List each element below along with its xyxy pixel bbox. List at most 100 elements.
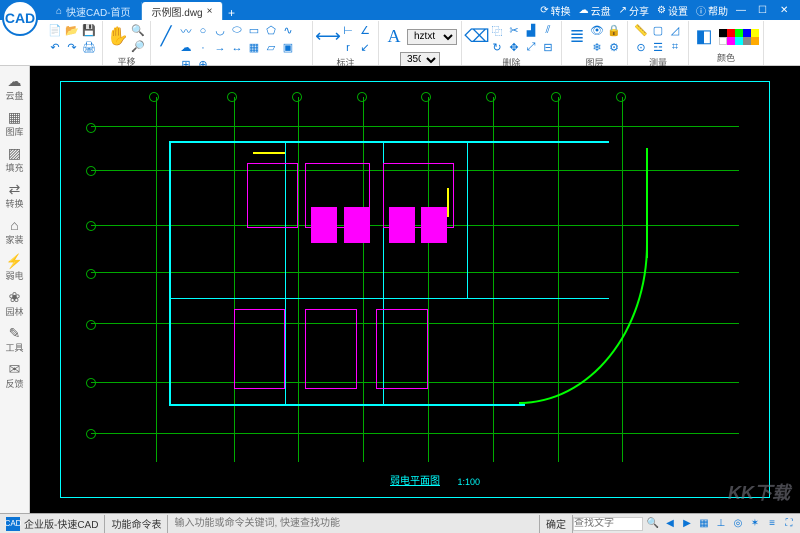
circle-button[interactable]: ○ [195, 23, 211, 39]
polyline-button[interactable]: 〰 [178, 23, 194, 39]
xline-button[interactable]: ↔ [229, 40, 245, 56]
nav-prev-icon[interactable]: ◀ [663, 517, 677, 531]
id-point-button[interactable]: ⊙ [633, 40, 649, 56]
offset-button[interactable]: ⫽ [540, 23, 556, 39]
close-button[interactable]: ✕ [780, 5, 794, 16]
layer-button[interactable]: ≣ [566, 23, 588, 51]
zoom-out-button[interactable]: 🔎 [130, 39, 146, 55]
delete-button[interactable]: ⌫ [466, 23, 488, 51]
sidebar-item-填充[interactable]: ▨填充 [1, 142, 29, 177]
minimize-button[interactable]: — [736, 5, 750, 16]
sidebar-label: 填充 [5, 161, 23, 174]
block-button[interactable]: ▣ [280, 40, 296, 56]
lineweight-icon[interactable]: ≡ [765, 517, 779, 531]
tab-add-button[interactable]: + [223, 6, 239, 20]
close-icon[interactable]: × [207, 6, 213, 17]
cloud-button[interactable]: ☁ [178, 40, 194, 56]
tab-label: 快速CAD-首页 [66, 4, 130, 19]
undo-button[interactable]: ↶ [47, 40, 63, 56]
sidebar-item-园林[interactable]: ❀园林 [1, 286, 29, 321]
fullscreen-icon[interactable]: ⛶ [782, 517, 796, 531]
help-button[interactable]: ⓘ 帮助 [696, 3, 728, 18]
command-input[interactable] [174, 517, 533, 531]
trim-button[interactable]: ⊟ [540, 40, 556, 56]
sidebar-icon: ⚡ [6, 253, 23, 269]
nav-next-icon[interactable]: ▶ [680, 517, 694, 531]
cmd-table-button[interactable]: 功能命令表 [105, 515, 168, 533]
ortho-icon[interactable]: ⊥ [714, 517, 728, 531]
share-button[interactable]: ↗ 分享 [619, 3, 649, 18]
pan-button[interactable]: ✋ [107, 23, 129, 51]
sidebar-label: 图库 [5, 125, 23, 138]
mirror-button[interactable]: ▟ [523, 23, 539, 39]
convert-button[interactable]: ⟳ 转换 [540, 3, 570, 18]
save-button[interactable]: 💾 [81, 23, 97, 39]
region-button[interactable]: ▱ [263, 40, 279, 56]
pan-group: ✋ 🔍 🔎 平移 [103, 21, 151, 65]
cloud-button[interactable]: ☁ 云盘 [579, 3, 611, 18]
angular-dim-button[interactable]: ∠ [357, 23, 373, 39]
layer-lock-button[interactable]: 🔒 [606, 23, 622, 39]
open-file-button[interactable]: 📂 [64, 23, 80, 39]
measure-group: 📏 ▢ ◿ ⊙ ☲ ⌗ 测量 [628, 21, 689, 65]
search-input[interactable] [573, 517, 643, 531]
tab-home[interactable]: ⌂ 快速CAD-首页 [46, 2, 142, 20]
color-palette[interactable] [719, 29, 759, 45]
layer-freeze-button[interactable]: ❄ [589, 40, 605, 56]
radius-dim-button[interactable]: r [340, 40, 356, 56]
copy-button[interactable]: ⿻ [489, 23, 505, 39]
move-button[interactable]: ✥ [506, 40, 522, 56]
distance-button[interactable]: 📏 [633, 23, 649, 39]
sidebar-icon: ✎ [9, 325, 21, 341]
leader-button[interactable]: ↙ [357, 40, 373, 56]
angle-button[interactable]: ◿ [667, 23, 683, 39]
maximize-button[interactable]: ☐ [758, 5, 772, 16]
calc-button[interactable]: ⌗ [667, 40, 683, 56]
scale-button[interactable]: ⤢ [523, 40, 539, 56]
polar-icon[interactable]: ✶ [748, 517, 762, 531]
drawing-canvas[interactable]: 弱电平面图 1:100 KK下载 [30, 66, 800, 513]
print-button[interactable]: 🖨 [81, 40, 97, 56]
cut-button[interactable]: ✂ [506, 23, 522, 39]
sidebar-item-弱电[interactable]: ⚡弱电 [1, 250, 29, 285]
grid-snap-icon[interactable]: ▦ [697, 517, 711, 531]
sidebar-item-图库[interactable]: ▦图库 [1, 106, 29, 141]
search-icon[interactable]: 🔍 [646, 517, 660, 531]
annotate-group: ⟷ ⊢ ∠ r ↙ 标注 [313, 21, 379, 65]
app-logo[interactable]: CAD [2, 0, 38, 36]
font-select[interactable]: hztxt [407, 29, 457, 45]
rotate-button[interactable]: ↻ [489, 40, 505, 56]
point-button[interactable]: · [195, 40, 211, 56]
arc-button[interactable]: ◡ [212, 23, 228, 39]
sidebar-item-转换[interactable]: ⇄转换 [1, 178, 29, 213]
layer-props-button[interactable]: ⚙ [606, 40, 622, 56]
sidebar-item-工具[interactable]: ✎工具 [1, 322, 29, 357]
list-button[interactable]: ☲ [650, 40, 666, 56]
color-button[interactable]: ◧ [693, 23, 715, 51]
ray-button[interactable]: → [212, 40, 228, 56]
command-input-area [168, 515, 540, 533]
osnap-icon[interactable]: ◎ [731, 517, 745, 531]
rectangle-button[interactable]: ▭ [246, 23, 262, 39]
new-file-button[interactable]: 📄 [47, 23, 63, 39]
confirm-button[interactable]: 确定 [540, 515, 573, 533]
ellipse-button[interactable]: ⬭ [229, 23, 245, 39]
zoom-in-button[interactable]: 🔍 [130, 23, 146, 39]
dimension-button[interactable]: ⟷ [317, 23, 339, 51]
drawing-content [91, 97, 739, 462]
spline-button[interactable]: ∿ [280, 23, 296, 39]
watermark: KK下载 [728, 479, 790, 505]
hatch-button[interactable]: ▦ [246, 40, 262, 56]
line-button[interactable]: ╱ [155, 23, 177, 51]
layer-on-button[interactable]: 👁 [589, 23, 605, 39]
tab-document[interactable]: 示例图.dwg × [142, 2, 224, 20]
polygon-button[interactable]: ⬠ [263, 23, 279, 39]
sidebar-item-家装[interactable]: ⌂家装 [1, 214, 29, 249]
sidebar-item-反馈[interactable]: ✉反馈 [1, 358, 29, 393]
sidebar-item-云盘[interactable]: ☁云盘 [1, 70, 29, 105]
redo-button[interactable]: ↷ [64, 40, 80, 56]
text-button[interactable]: A [383, 23, 405, 51]
linear-dim-button[interactable]: ⊢ [340, 23, 356, 39]
settings-button[interactable]: ⚙ 设置 [657, 3, 688, 18]
area-button[interactable]: ▢ [650, 23, 666, 39]
